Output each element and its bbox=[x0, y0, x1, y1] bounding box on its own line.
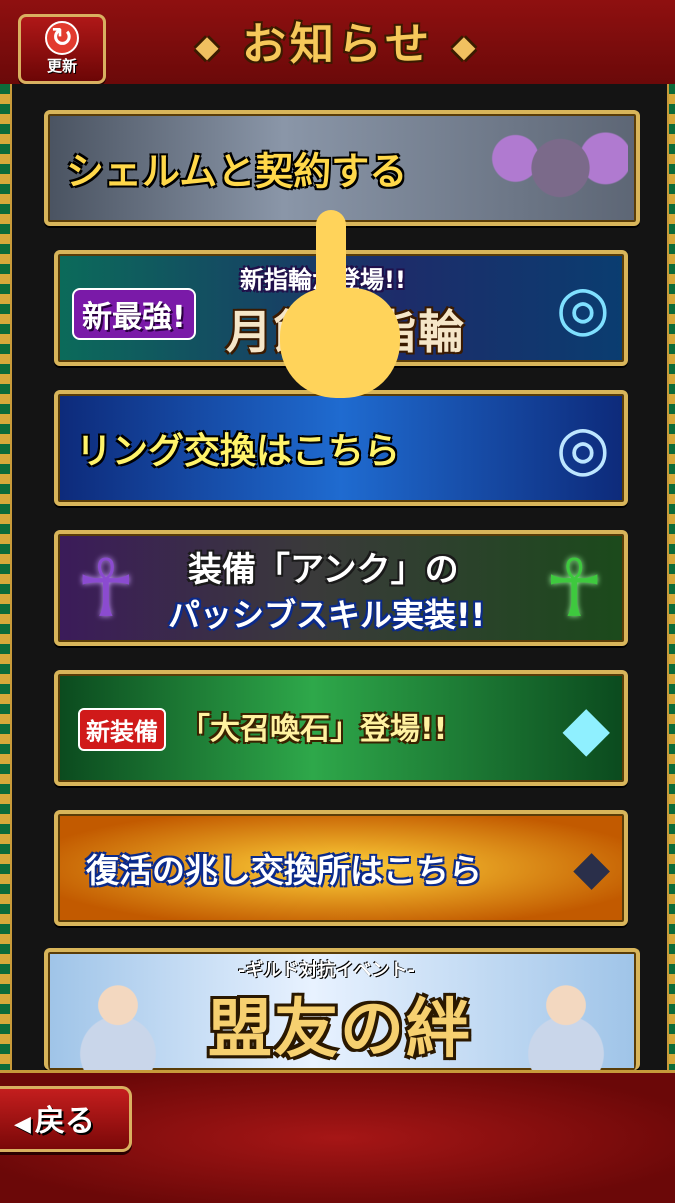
refresh-icon: ↻ bbox=[45, 21, 79, 55]
banner-ankh-line2: パッシブスキル実装!! bbox=[168, 596, 486, 634]
back-arrow-icon: ◀ bbox=[14, 1112, 31, 1137]
diamond-right-icon: ◆ bbox=[452, 29, 480, 65]
banner-shelm-contract[interactable]: シェルムと契約する bbox=[44, 110, 640, 226]
banner-revival-exchange[interactable]: 復活の兆し交換所はこちら ◆ bbox=[54, 810, 628, 926]
banner-shelm-contract-text: シェルムと契約する bbox=[66, 149, 408, 194]
ring-icon: ◎ bbox=[555, 271, 610, 344]
banner-guild-event-title: 盟友の絆 bbox=[208, 993, 472, 1067]
banner-ring-exchange-text: リング交換はこちら bbox=[76, 431, 401, 472]
diamond-left-icon: ◆ bbox=[195, 29, 223, 65]
ankh-green-icon: ☥ bbox=[544, 542, 604, 635]
refresh-label: 更新 bbox=[46, 57, 77, 75]
back-label: 戻る bbox=[34, 1104, 95, 1139]
banner-ankh-line1: 装備「アンク」の bbox=[188, 550, 459, 590]
pointing-hand-icon bbox=[280, 210, 400, 400]
banner-new-ring-tag: 新最強! bbox=[72, 288, 196, 340]
header-bar: ◆ お知らせ ◆ ↻ 更新 bbox=[0, 0, 675, 87]
banner-summon-stone-title: 「大召喚石」登場!! bbox=[180, 712, 448, 747]
banner-revival-exchange-text: 復活の兆し交換所はこちら bbox=[86, 851, 482, 890]
crystal-icon: ◆ bbox=[562, 691, 610, 764]
hero-characters-left-image bbox=[58, 962, 178, 1070]
banner-summon-stone[interactable]: 新装備 「大召喚石」登場!! ◆ bbox=[54, 670, 628, 786]
hand-palm bbox=[280, 288, 400, 398]
hero-characters-right-image bbox=[506, 962, 626, 1070]
back-button[interactable]: ◀ 戻る bbox=[0, 1086, 132, 1152]
left-border-decoration bbox=[0, 84, 10, 1070]
banner-ring-exchange[interactable]: リング交換はこちら ◎ bbox=[54, 390, 628, 506]
ankh-purple-icon: ☥ bbox=[76, 542, 136, 635]
ticket-ring-icon: ◎ bbox=[555, 411, 610, 484]
banner-summon-stone-tag: 新装備 bbox=[78, 708, 166, 751]
title-text: お知らせ bbox=[241, 19, 434, 70]
banner-ankh-skill[interactable]: ☥ 装備「アンク」の パッシブスキル実装!! ☥ bbox=[54, 530, 628, 646]
banner-guild-event[interactable]: -ギルド対抗イベント- 盟友の絆 bbox=[44, 948, 640, 1070]
bat-character-icon bbox=[478, 120, 628, 216]
stone-fragment-icon: ◆ bbox=[573, 840, 610, 896]
refresh-button[interactable]: ↻ 更新 bbox=[18, 14, 106, 84]
